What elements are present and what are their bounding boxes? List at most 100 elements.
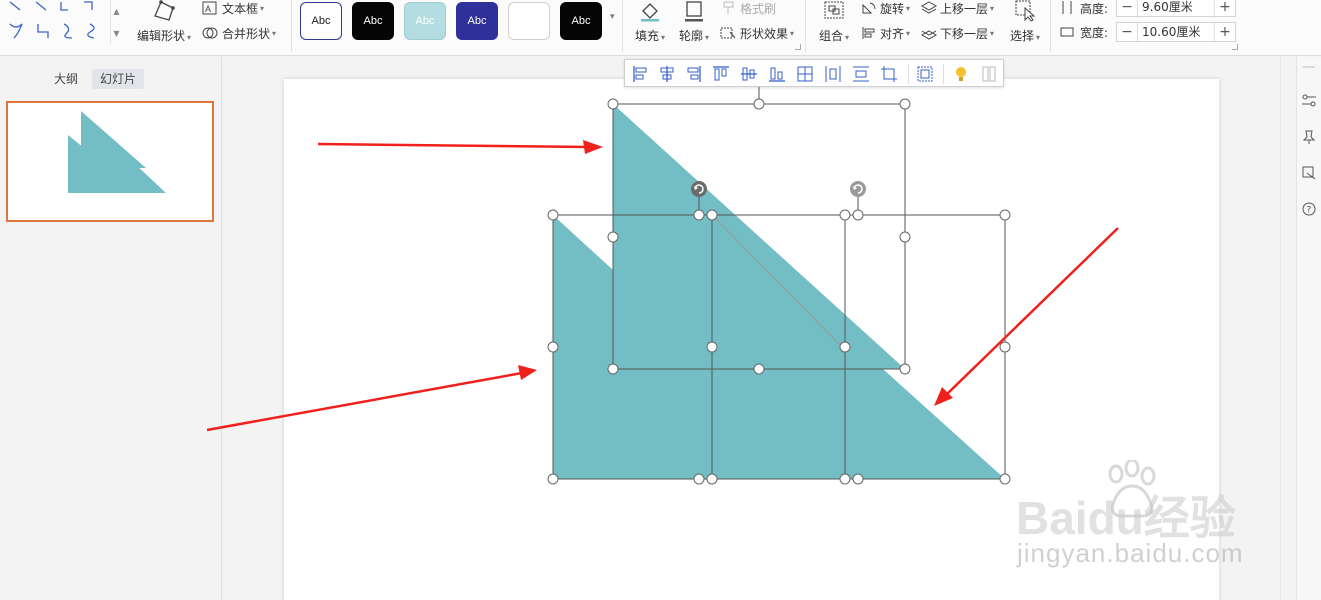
right-side-rail: ? [1296, 57, 1321, 600]
merge-shape-icon [202, 27, 218, 39]
send-backward-button[interactable]: 下移一层 ▾ [921, 25, 994, 41]
align-icon [862, 27, 875, 39]
width-field[interactable]: − 10.60厘米 + [1116, 22, 1236, 42]
group-button[interactable]: 组合 ▾ [816, 0, 852, 44]
help-icon[interactable]: ? [1301, 201, 1317, 217]
fill-button[interactable]: 填充 ▾ [630, 0, 670, 44]
align-center-icon[interactable] [657, 64, 677, 84]
align-right-icon[interactable] [683, 64, 703, 84]
merge-shape-label: 合并形状 [222, 26, 271, 41]
bring-forward-label: 上移一层 [940, 1, 989, 16]
ribbon-separator [291, 0, 292, 52]
svg-text:A: A [205, 4, 211, 14]
connector-gallery[interactable] [6, 0, 106, 44]
lightbulb-icon[interactable] [951, 64, 971, 84]
edit-shape-label: 编辑形状 [136, 29, 185, 43]
crop-icon[interactable] [879, 64, 899, 84]
shape-style-black[interactable]: Abc [352, 2, 394, 40]
shape-outline-icon [685, 1, 703, 22]
distribute-vertical-icon[interactable] [851, 64, 871, 84]
align-label: 对齐 [880, 26, 905, 41]
shape-style-teal[interactable]: Abc [404, 2, 446, 40]
bring-forward-icon [921, 1, 937, 14]
height-decrement-button[interactable]: − [1117, 0, 1137, 16]
merge-shape-button[interactable]: 合并形状 ▾ [202, 25, 276, 41]
rotate-handle-icon[interactable] [691, 181, 707, 197]
height-label: 高度: [1060, 0, 1108, 16]
height-icon [1062, 1, 1072, 14]
floatbar-separator [908, 64, 909, 84]
height-field[interactable]: − 9.60厘米 + [1116, 0, 1236, 17]
align-grid-icon[interactable] [795, 64, 815, 84]
height-increment-button[interactable]: + [1215, 0, 1235, 16]
text-box-icon: A [202, 1, 217, 15]
scroll-down-icon[interactable]: ▼ [113, 29, 119, 38]
align-top-icon[interactable] [711, 64, 731, 84]
shape-effect-icon [720, 27, 736, 39]
fill-label: 填充 [634, 29, 659, 43]
select-label: 选择 [1009, 29, 1034, 43]
slide-thumbnail[interactable] [6, 101, 214, 222]
width-decrement-button[interactable]: − [1117, 23, 1137, 41]
properties-icon[interactable] [1301, 93, 1317, 109]
width-value[interactable]: 10.60厘米 [1137, 23, 1215, 41]
gallery-scroll[interactable]: ▲ ▼ [110, 0, 122, 44]
connector-lines-icon [9, 1, 95, 39]
vertical-scrollbar[interactable] [1280, 57, 1294, 600]
more-options-icon[interactable] [979, 64, 999, 84]
floating-align-toolbar [624, 59, 1004, 87]
width-icon [1060, 27, 1074, 37]
rotate-label: 旋转 [880, 1, 905, 16]
rotate-button[interactable]: 旋转 ▾ [861, 0, 910, 16]
ribbon-toolbar: ▲ ▼ 编辑形状 ▾ A 文本框 ▾ 合并形状 ▾ Abc Abc Abc Abc A… [0, 0, 1321, 56]
bring-forward-button[interactable]: 上移一层 ▾ [921, 0, 994, 16]
shape-style-white[interactable] [508, 2, 550, 40]
style-gallery-more[interactable]: ▾ [610, 12, 615, 22]
rail-handle-icon [1303, 66, 1315, 68]
group-objects-icon[interactable] [915, 64, 935, 84]
group-icon [824, 1, 844, 19]
scroll-up-icon[interactable]: ▲ [113, 7, 119, 16]
align-bottom-icon[interactable] [767, 64, 787, 84]
dialog-launcher-icon[interactable] [795, 44, 801, 50]
edit-shape-icon [154, 0, 175, 21]
send-backward-label: 下移一层 [940, 26, 989, 41]
shape-style-black-2[interactable]: Abc [560, 2, 602, 40]
width-label: 宽度: [1060, 24, 1108, 40]
width-increment-button[interactable]: + [1215, 23, 1235, 41]
floatbar-separator [943, 64, 944, 84]
size-dialog-launcher-icon[interactable] [1232, 44, 1238, 50]
outline-button[interactable]: 轮廓 ▾ [674, 0, 714, 44]
height-value[interactable]: 9.60厘米 [1137, 0, 1215, 16]
rotate-handle-icon[interactable] [850, 181, 866, 197]
shape-effect-button[interactable]: 形状效果 ▾ [720, 25, 794, 41]
align-button[interactable]: 对齐 ▾ [861, 25, 910, 41]
tab-outline[interactable]: 大纲 [46, 69, 86, 89]
ribbon-separator [1050, 0, 1051, 52]
group-label: 组合 [818, 29, 843, 43]
text-box-label: 文本框 [222, 1, 259, 16]
shape-style-outline[interactable]: Abc [300, 2, 342, 40]
text-box-button[interactable]: A 文本框 ▾ [202, 0, 264, 16]
rotate-icon [862, 2, 876, 14]
format-painter-icon [723, 1, 734, 14]
cursor-select-icon [1015, 0, 1036, 22]
shape-effect-label: 形状效果 [740, 26, 789, 41]
pin-icon[interactable] [1301, 129, 1317, 145]
svg-text:?: ? [1307, 206, 1312, 216]
paint-bucket-icon [641, 3, 659, 22]
shape-style-navy[interactable]: Abc [456, 2, 498, 40]
tab-slides[interactable]: 幻灯片 [92, 69, 145, 89]
ribbon-separator [805, 0, 806, 52]
distribute-horizontal-icon[interactable] [823, 64, 843, 84]
select-button[interactable]: 选择 ▾ [1007, 0, 1043, 44]
align-middle-icon[interactable] [739, 64, 759, 84]
send-backward-icon [921, 30, 937, 40]
outline-label: 轮廓 [678, 29, 703, 43]
animation-icon[interactable] [1301, 165, 1317, 181]
format-painter-button[interactable]: 格式刷 [722, 0, 776, 16]
watermark-url: jingyan.baidu.com [1017, 538, 1244, 568]
edit-shape-button[interactable]: 编辑形状 ▾ [134, 0, 194, 44]
align-left-icon[interactable] [631, 64, 651, 84]
format-painter-label: 格式刷 [740, 1, 777, 16]
